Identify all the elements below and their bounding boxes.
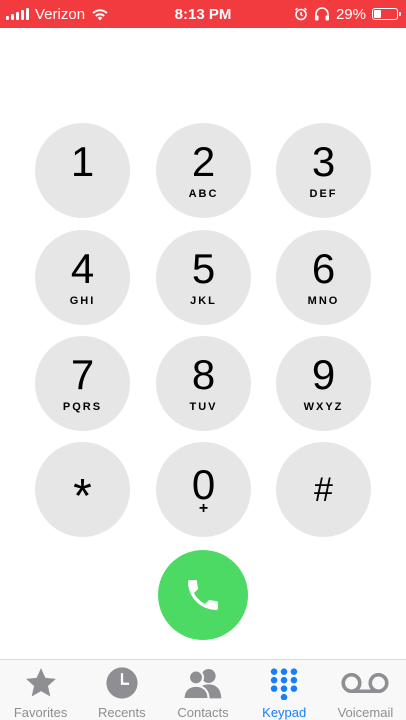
key-letters: ABC: [188, 187, 219, 200]
clock-icon: [106, 667, 138, 699]
key-digit: 4: [70, 244, 95, 292]
key-letters: +: [198, 499, 209, 517]
key-letters: PQRS: [62, 400, 103, 413]
tab-label: Voicemail: [337, 705, 394, 720]
key-digit: 7: [70, 350, 95, 398]
key-8[interactable]: 8 TUV: [156, 336, 251, 431]
key-star[interactable]: *: [35, 442, 130, 537]
key-letters: DEF: [309, 187, 338, 200]
key-letters: JKL: [190, 294, 217, 307]
tab-label: Keypad: [262, 705, 307, 720]
tab-contacts[interactable]: Contacts: [162, 660, 243, 720]
contacts-icon: [182, 669, 222, 700]
key-digit: 8: [191, 350, 216, 398]
key-letters: TUV: [189, 400, 218, 413]
key-2[interactable]: 2 ABC: [156, 123, 251, 218]
key-digit: 3: [311, 137, 336, 185]
key-letters: MNO: [307, 294, 340, 307]
key-9[interactable]: 9 WXYZ: [276, 336, 371, 431]
key-pound[interactable]: #: [276, 442, 371, 537]
key-digit: 6: [311, 244, 336, 292]
key-0[interactable]: 0 +: [156, 442, 251, 537]
phone-icon: [188, 580, 218, 610]
tab-keypad[interactable]: Keypad: [244, 660, 325, 720]
key-digit: *: [73, 469, 92, 523]
tab-label: Contacts: [177, 705, 229, 720]
key-digit: 2: [191, 137, 216, 185]
tab-bar: Favorites Recents Contacts Keypad Voicem…: [0, 659, 406, 720]
key-7[interactable]: 7 PQRS: [35, 336, 130, 431]
key-digit: 9: [311, 350, 336, 398]
key-letters: GHI: [69, 294, 96, 307]
key-6[interactable]: 6 MNO: [276, 230, 371, 325]
tab-voicemail[interactable]: Voicemail: [325, 660, 406, 720]
tab-label: Favorites: [13, 705, 68, 720]
key-3[interactable]: 3 DEF: [276, 123, 371, 218]
key-digit: 0: [191, 460, 216, 508]
key-4[interactable]: 4 GHI: [35, 230, 130, 325]
key-letters: WXYZ: [303, 400, 344, 413]
key-5[interactable]: 5 JKL: [156, 230, 251, 325]
keypad-icon: [271, 668, 298, 700]
keypad: 1 2 ABC 3 DEF 4 GHI 5 JKL 6 MNO 7 PQRS 8…: [0, 0, 406, 640]
voicemail-icon: [341, 672, 389, 694]
star-icon: [25, 668, 56, 697]
key-1[interactable]: 1: [35, 123, 130, 218]
key-digit: #: [314, 470, 333, 509]
key-digit: 5: [191, 244, 216, 292]
tab-label: Recents: [97, 705, 146, 720]
tab-recents[interactable]: Recents: [81, 660, 162, 720]
call-button[interactable]: [158, 550, 248, 640]
tab-favorites[interactable]: Favorites: [0, 660, 81, 720]
key-digit: 1: [70, 137, 95, 185]
